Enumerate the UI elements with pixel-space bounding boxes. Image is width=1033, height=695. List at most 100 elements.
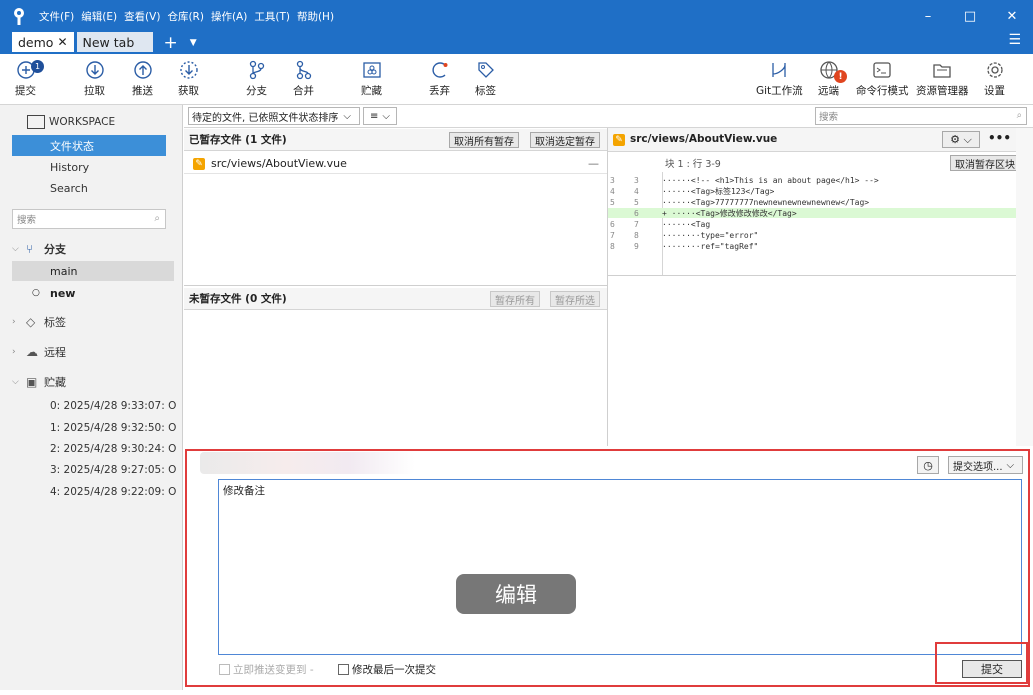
more-options-icon[interactable]: ••• (988, 131, 1011, 145)
sort-select[interactable]: 待定的文件, 已依照文件状态排序 ⌵ (188, 107, 360, 125)
commit-message-input[interactable]: 修改备注 (218, 479, 1022, 655)
settings-button[interactable]: 设置 (984, 58, 1005, 98)
staged-file-path: src/views/AboutView.vue (211, 157, 347, 170)
minimize-button[interactable]: – (907, 0, 949, 32)
checkbox-box (219, 664, 230, 675)
tab-new[interactable]: New tab (76, 32, 153, 52)
remote-button[interactable]: ! 远端 (818, 58, 847, 98)
amend-checkbox[interactable]: 修改最后一次提交 (338, 662, 436, 677)
push-immediately-checkbox[interactable]: 立即推送变更到 - (219, 662, 314, 677)
unstage-all-button[interactable]: 取消所有暂存 (449, 132, 519, 148)
fetch-button[interactable]: 获取 (178, 58, 199, 98)
terminal-button[interactable]: 命令行模式 (856, 58, 909, 98)
sidebar-item-search[interactable]: Search (12, 178, 166, 199)
title-bar: 文件(F) 编辑(E) 查看(V) 仓库(R) 操作(A) 工具(T) 帮助(H… (0, 0, 1033, 54)
menu-tools[interactable]: 工具(T) (254, 9, 290, 24)
sidebar-group-remotes[interactable]: › ☁ 远程 (12, 344, 66, 360)
diff-settings-button[interactable]: ⚙ ⌵ (942, 131, 980, 148)
file-filter-bar: 待定的文件, 已依照文件状态排序 ⌵ ≡ ⌵ 搜索 ⌕ (184, 105, 1033, 128)
unstage-selected-button[interactable]: 取消选定暂存 (530, 132, 600, 148)
tab-close-icon[interactable]: ✕ (57, 35, 67, 49)
tab-demo[interactable]: demo ✕ (12, 32, 74, 52)
sidebar-search-placeholder: 搜索 (17, 215, 37, 226)
branch-main[interactable]: main (12, 261, 174, 281)
branch-new[interactable]: ○ new (12, 283, 174, 303)
commit-options-label: 提交选项... (953, 461, 1003, 473)
add-tab-icon[interactable]: + (164, 34, 178, 52)
sidebar-item-history[interactable]: History (12, 157, 166, 178)
cloud-icon: ☁ (26, 345, 38, 359)
remote-label: 远端 (818, 85, 839, 97)
pull-button[interactable]: 拉取 (84, 58, 105, 98)
tags-label: 标签 (44, 316, 66, 329)
commit-options-select[interactable]: 提交选项... ⌵ (948, 456, 1023, 474)
diff-line-text: ········ref="tagRef" (662, 241, 759, 251)
collapse-icon[interactable]: — (588, 157, 599, 170)
unstage-hunk-button[interactable]: 取消暂存区块 (950, 155, 1020, 171)
sidebar-search-input[interactable]: 搜索 ⌕ (12, 209, 166, 229)
branch-button[interactable]: 分支 (246, 58, 267, 98)
divider (184, 285, 607, 286)
menu-file[interactable]: 文件(F) (39, 9, 74, 24)
tag-icon (476, 58, 496, 82)
gitflow-label: Git工作流 (756, 85, 803, 97)
explorer-button[interactable]: 资源管理器 (916, 58, 969, 98)
merge-label: 合并 (293, 85, 314, 97)
sidebar-group-stashes[interactable]: ⌵ ▣ 贮藏 (12, 374, 66, 390)
tab-dropdown-icon[interactable]: ▼ (190, 34, 197, 52)
stash-item[interactable]: 0: 2025/4/28 9:33:07: On new (50, 400, 176, 412)
gitflow-button[interactable]: Git工作流 (756, 58, 803, 98)
stash-button[interactable]: 贮藏 (361, 58, 382, 98)
sidebar-item-file-status[interactable]: 文件状态 (12, 135, 166, 156)
staged-file-row[interactable]: ✎ src/views/AboutView.vue — (184, 154, 607, 174)
folder-icon (932, 58, 952, 82)
old-line-number: 5 (610, 197, 615, 207)
toolbar: 1 提交 拉取 推送 获取 分支 合并 贮藏 丢弃 标签 Git工作流 ! 远端 (0, 54, 1033, 105)
close-window-button[interactable]: ✕ (991, 0, 1033, 32)
old-line-number: 4 (610, 186, 615, 196)
stage-all-button[interactable]: 暂存所有 (490, 291, 540, 307)
old-line-number: 6 (610, 219, 615, 229)
main-search-input[interactable]: 搜索 ⌕ (815, 107, 1027, 125)
stash-item[interactable]: 4: 2025/4/28 9:22:09: On new (50, 486, 176, 498)
pull-label: 拉取 (84, 85, 105, 97)
sidebar-group-tags[interactable]: › ◇ 标签 (12, 314, 66, 330)
push-button[interactable]: 推送 (132, 58, 153, 98)
stash-item[interactable]: 3: 2025/4/28 9:27:05: On new (50, 464, 176, 476)
menu-edit[interactable]: 编辑(E) (81, 9, 117, 24)
stash-item[interactable]: 2: 2025/4/28 9:30:24: On new (50, 443, 176, 455)
tab-bar: demo ✕ New tab + ▼ (12, 31, 197, 52)
commit-count-badge: 1 (31, 60, 44, 73)
staged-title: 已暂存文件 (1 文件) (189, 134, 287, 146)
amend-label: 修改最后一次提交 (352, 664, 436, 676)
hamburger-menu-icon[interactable]: ☰ (1008, 32, 1021, 48)
main-search-placeholder: 搜索 (819, 112, 839, 123)
discard-button[interactable]: 丢弃 (429, 58, 450, 98)
commit-toolbar-button[interactable]: 1 提交 (15, 58, 44, 98)
diff-line-added: 6 + ·····<Tag>修改修改修改</Tag> (608, 208, 1016, 218)
submit-commit-button[interactable]: 提交 (962, 660, 1022, 678)
stage-selected-button[interactable]: 暂存所选 (550, 291, 600, 307)
push-immediately-label: 立即推送变更到 - (233, 664, 314, 676)
gear-icon (985, 58, 1005, 82)
menu-help[interactable]: 帮助(H) (297, 9, 334, 24)
maximize-button[interactable]: □ (949, 0, 991, 32)
history-clock-button[interactable]: ◷ (917, 456, 939, 474)
menu-view[interactable]: 查看(V) (124, 9, 160, 24)
menu-repo[interactable]: 仓库(R) (167, 9, 204, 24)
new-line-number: 3 (634, 175, 639, 185)
new-line-number: 5 (634, 197, 639, 207)
merge-button[interactable]: 合并 (293, 58, 314, 98)
merge-icon (295, 58, 313, 82)
search-icon: ⌕ (154, 213, 160, 224)
sidebar-group-branches[interactable]: ⌵ ⑂ 分支 (12, 241, 66, 257)
fetch-icon (179, 58, 199, 82)
remotes-label: 远程 (44, 346, 66, 359)
diff-line: 7 8 ········type="error" (608, 230, 1016, 240)
diff-scrollbar[interactable] (1016, 128, 1033, 446)
tag-button[interactable]: 标签 (475, 58, 496, 98)
chevron-down-icon: ⌵ (343, 110, 351, 122)
menu-action[interactable]: 操作(A) (211, 9, 247, 24)
stash-item[interactable]: 1: 2025/4/28 9:32:50: On new (50, 422, 176, 434)
view-mode-select[interactable]: ≡ ⌵ (363, 107, 397, 125)
